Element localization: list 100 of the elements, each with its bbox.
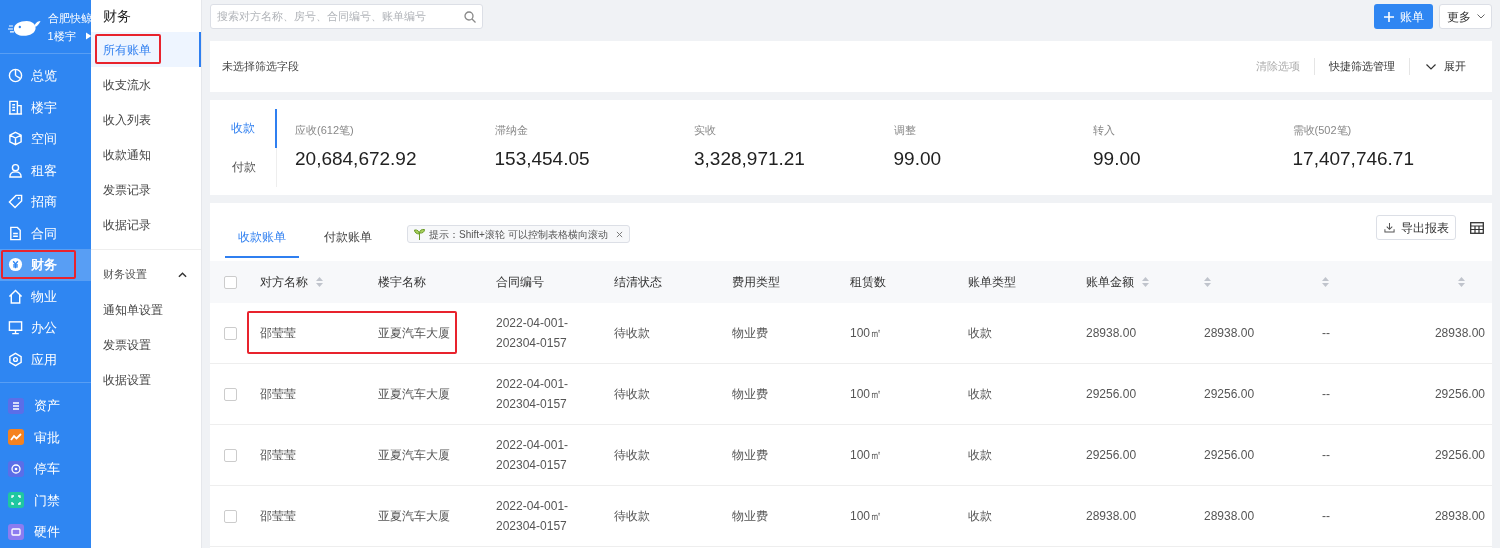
row-checkbox[interactable] xyxy=(223,326,237,340)
sprout-icon xyxy=(414,228,425,240)
submenu-item[interactable]: 通知单设置 xyxy=(91,292,201,327)
nav-item[interactable]: 招商 xyxy=(0,186,91,218)
building-switcher[interactable]: 1楼宇 xyxy=(47,26,76,45)
column-header[interactable]: 账单金额 xyxy=(1086,273,1134,291)
app-item[interactable]: 硬件 xyxy=(0,516,91,548)
filter-status: 未选择筛选字段 xyxy=(222,59,299,75)
table-cell-text: 100㎡ xyxy=(849,325,884,342)
plus-icon xyxy=(1383,11,1394,22)
nav-item[interactable]: 租客 xyxy=(0,154,91,186)
nav-item[interactable]: 空间 xyxy=(0,123,91,155)
table-cell-text: 29256.00 xyxy=(1085,447,1138,464)
stat-label: 滞纳金 xyxy=(494,123,529,138)
nav-item[interactable]: 楼宇 xyxy=(0,91,91,123)
column-header[interactable]: 楼宇名称 xyxy=(378,273,426,291)
hint-text: 提示：Shift+滚轮 可以控制表格横向滚动 xyxy=(429,227,608,242)
column-header[interactable]: 对方名称 xyxy=(260,273,308,291)
app-label: 停车 xyxy=(34,460,60,478)
nav-item[interactable]: 物业 xyxy=(0,280,91,312)
table-cell-text: 收款 xyxy=(967,508,993,525)
stat-value: 20,684,672.92 xyxy=(295,146,418,171)
submenu-item[interactable]: 所有账单 xyxy=(91,32,201,67)
submenu-item[interactable]: 收入列表 xyxy=(91,102,201,137)
submenu-item[interactable]: 发票记录 xyxy=(91,172,201,207)
add-bill-button[interactable]: 账单 xyxy=(1374,4,1433,29)
app-label: 审批 xyxy=(34,428,60,447)
table-cell-text: 亚夏汽车大厦 xyxy=(377,325,451,342)
person-icon xyxy=(8,162,23,178)
table-cell-text: 28938.00 xyxy=(1085,508,1138,525)
tag-icon xyxy=(8,194,23,210)
submenu-item[interactable]: 收据设置 xyxy=(91,362,201,397)
app-item[interactable]: 停车 xyxy=(0,453,91,485)
select-all-checkbox[interactable] xyxy=(223,275,237,289)
nav-item[interactable]: 合同 xyxy=(0,217,91,249)
table-cell-text: 29256.00 xyxy=(1433,386,1486,403)
table-cell-text: 物业费 xyxy=(731,508,769,525)
nav-label: 招商 xyxy=(31,193,57,211)
table-cell-text: 28938.00 xyxy=(1433,325,1486,342)
stat-label: 需收(502笔) xyxy=(1292,123,1353,138)
column-header[interactable]: 租赁数 xyxy=(850,273,886,291)
nav-label: 应用 xyxy=(31,350,57,369)
table-cell-text: -- xyxy=(1321,508,1331,525)
row-checkbox[interactable] xyxy=(223,448,237,462)
submenu-item[interactable]: 收款通知 xyxy=(91,137,201,172)
table-cell-text: 物业费 xyxy=(731,447,769,464)
nav-label: 办公 xyxy=(31,319,57,337)
nav-label: 合同 xyxy=(31,224,57,243)
table-columns-icon[interactable] xyxy=(1470,221,1484,234)
row-checkbox[interactable] xyxy=(223,509,237,523)
stat-label: 应收(612笔) xyxy=(295,123,355,138)
column-header[interactable]: 费用类型 xyxy=(732,273,780,291)
submenu-item[interactable]: 发票设置 xyxy=(91,327,201,362)
table-cell-text: 待收款 xyxy=(613,386,651,403)
table-cell-text: 28938.00 xyxy=(1433,508,1486,525)
bill-tab[interactable]: 收款账单 xyxy=(225,218,299,258)
search-field[interactable]: 搜索对方名称、房号、合同编号、账单编号 xyxy=(210,4,483,29)
nav-label: 财务 xyxy=(31,256,57,274)
column-header[interactable]: 账单类型 xyxy=(968,273,1016,291)
download-icon xyxy=(1383,222,1395,233)
table-cell-text: 28938.00 xyxy=(1203,508,1256,525)
table-cell-text: 邵莹莹 xyxy=(259,325,297,342)
table-cell-text: 亚夏汽车大厦 xyxy=(377,508,451,525)
table-cell-text: 100㎡ xyxy=(849,508,884,525)
export-report-button[interactable]: 导出报表 xyxy=(1376,215,1456,240)
nav-item[interactable]: 应用 xyxy=(0,343,91,375)
app-label: 门禁 xyxy=(34,491,60,510)
table-cell-text: 邵莹莹 xyxy=(259,508,297,525)
more-dropdown[interactable]: 更多 xyxy=(1439,4,1492,29)
table-cell-text: 物业费 xyxy=(731,386,769,403)
chevron-down-icon xyxy=(1426,63,1436,70)
submenu-item[interactable]: 收据记录 xyxy=(91,207,201,242)
table-cell-text: 29256.00 xyxy=(1085,386,1138,403)
app-item[interactable]: 门禁 xyxy=(0,484,91,516)
table-cell-text: 100㎡ xyxy=(849,447,884,464)
quick-filter-manage-link[interactable]: 快捷筛选管理 xyxy=(1315,58,1410,75)
column-header[interactable]: 合同编号 xyxy=(496,273,544,291)
row-checkbox[interactable] xyxy=(223,387,237,401)
table-cell-text: 邵莹莹 xyxy=(259,386,297,403)
table-cell-text: 29256.00 xyxy=(1433,447,1486,464)
nav-label: 总览 xyxy=(31,67,57,85)
app-item[interactable]: 审批 xyxy=(0,421,91,453)
column-header[interactable]: 结清状态 xyxy=(614,273,662,291)
summary-tab[interactable]: 付款 xyxy=(210,147,277,187)
nav-item[interactable]: 办公 xyxy=(0,312,91,344)
expand-link[interactable]: 展开 xyxy=(1410,58,1480,75)
app-item[interactable]: 资产 xyxy=(0,390,91,422)
caret-icon[interactable] xyxy=(178,271,187,278)
stat-label: 调整 xyxy=(893,123,917,138)
nav-label: 租客 xyxy=(31,161,57,180)
nav-item[interactable]: 总览 xyxy=(0,60,91,92)
cube-icon xyxy=(8,131,23,147)
table-cell-text: 亚夏汽车大厦 xyxy=(377,447,451,464)
summary-tab[interactable]: 收款 xyxy=(210,108,277,148)
nav-label: 空间 xyxy=(31,130,57,148)
bill-tab[interactable]: 付款账单 xyxy=(311,218,385,258)
table-cell-text: 物业费 xyxy=(731,325,769,342)
table-cell-text: 2022-04-001-202304-0157 xyxy=(495,498,570,535)
app-label: 硬件 xyxy=(34,523,60,541)
submenu-item[interactable]: 收支流水 xyxy=(91,67,201,102)
